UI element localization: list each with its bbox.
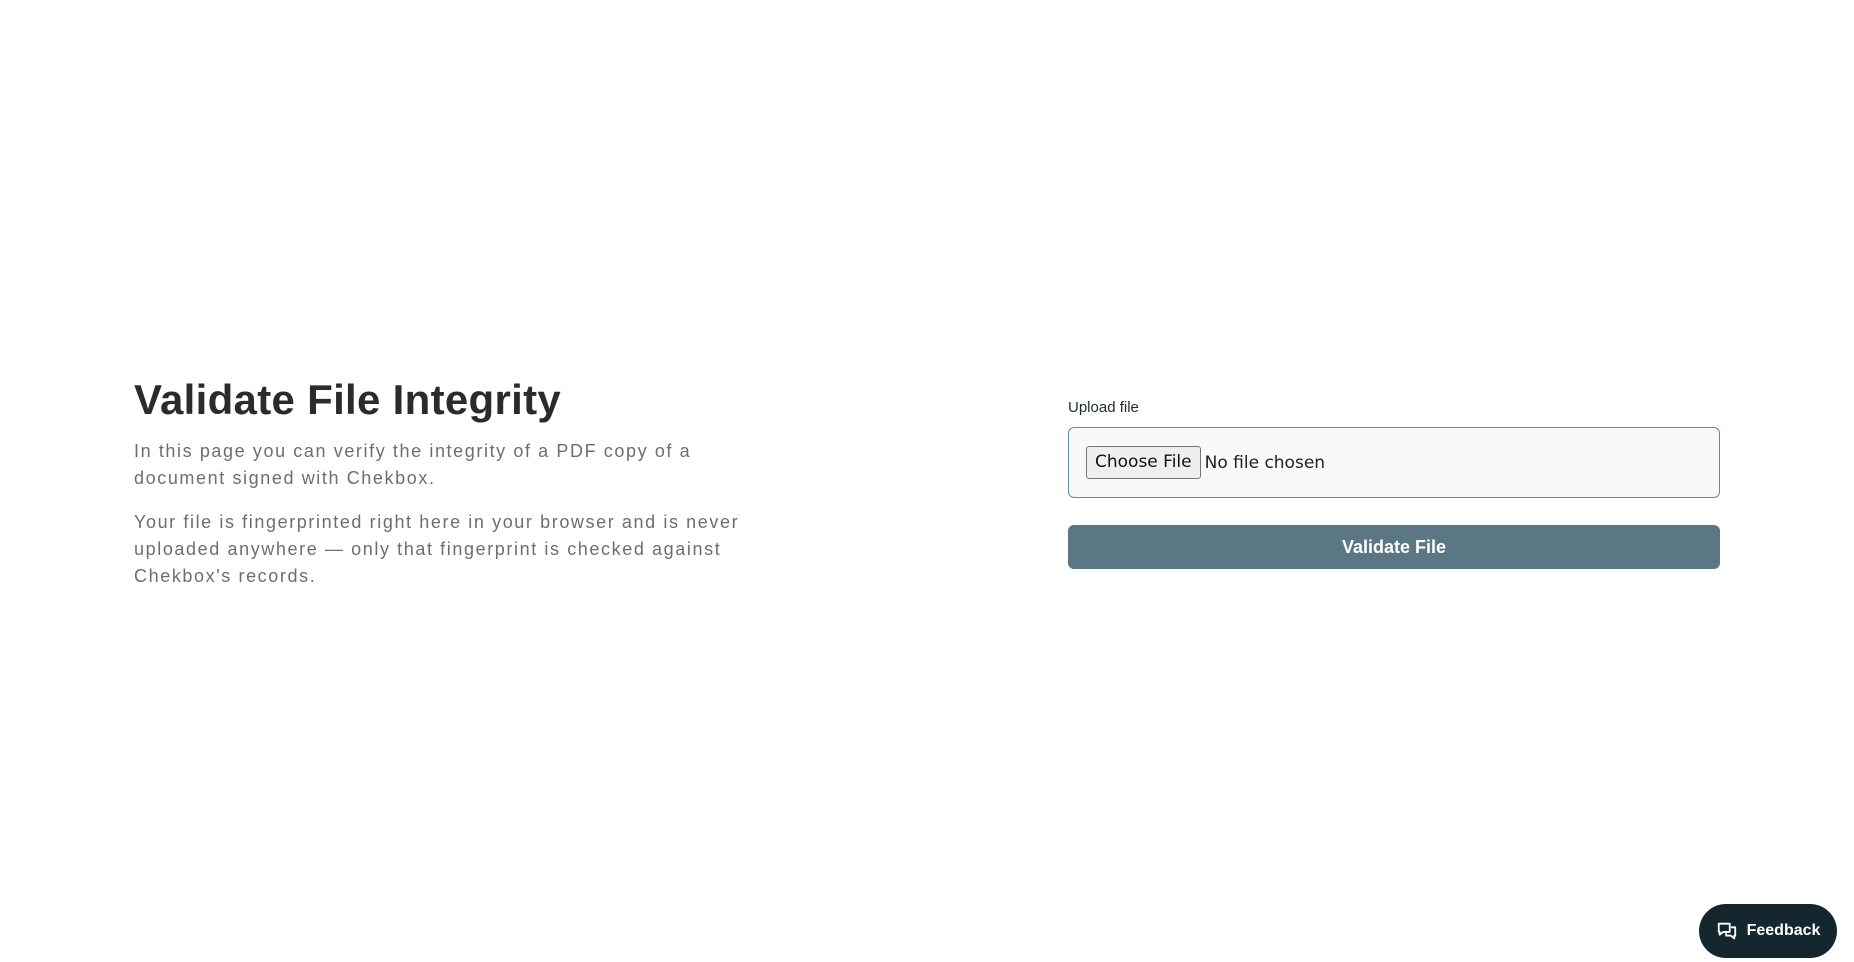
feedback-button[interactable]: Feedback [1699,904,1837,958]
chat-bubbles-icon [1716,920,1738,942]
upload-section: Upload file Choose File No file chosen V… [1068,398,1720,569]
feedback-label: Feedback [1746,922,1821,939]
file-status-text: No file chosen [1204,452,1326,473]
upload-file-label: Upload file [1068,399,1139,416]
description-fingerprint: Your file is fingerprinted right here in… [134,512,740,586]
file-input[interactable]: Choose File No file chosen [1068,427,1720,498]
description-integrity: In this page you can verify the integrit… [134,441,692,488]
validate-file-button[interactable]: Validate File [1068,525,1720,569]
page: Validate File Integrity In this page you… [0,0,1854,962]
intro-section: Validate File Integrity In this page you… [134,376,774,590]
page-title: Validate File Integrity [134,376,562,423]
choose-file-button[interactable]: Choose File [1086,446,1201,479]
